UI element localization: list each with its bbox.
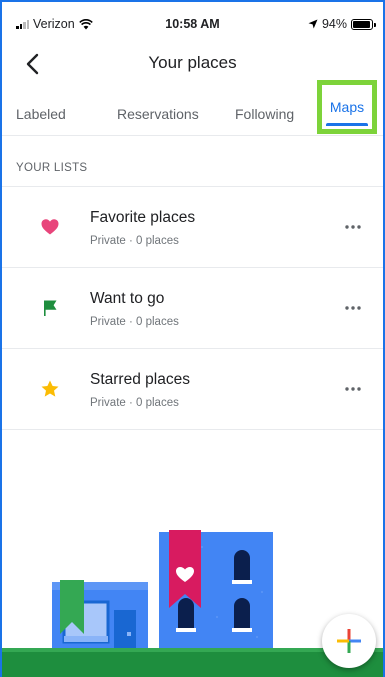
page-title: Your places — [148, 53, 237, 72]
list-item-starred-places[interactable]: Starred places Private · 0 places — [2, 349, 383, 429]
section-label: YOUR LISTS — [16, 162, 88, 174]
plus-icon — [337, 629, 361, 653]
tab-labeled[interactable]: Labeled — [16, 84, 66, 136]
list-name: Favorite places — [90, 209, 196, 226]
flag-icon — [44, 300, 57, 316]
battery-icon — [351, 18, 376, 30]
star-icon — [41, 380, 59, 397]
list-meta: Private · 0 places — [90, 235, 179, 247]
list-meta: Private · 0 places — [90, 397, 179, 409]
list-name: Want to go — [90, 290, 165, 307]
more-options-icon[interactable] — [343, 217, 363, 237]
battery-fill — [353, 20, 370, 28]
battery-group: 94% — [308, 17, 376, 31]
tab-following[interactable]: Following — [235, 84, 294, 136]
location-arrow-icon — [308, 19, 318, 29]
tab-bar: Labeled Reservations Following Maps — [2, 80, 383, 136]
app-header: Your places — [2, 46, 383, 82]
more-options-icon[interactable] — [343, 298, 363, 318]
heart-icon — [41, 219, 59, 235]
list-item-favorite-places[interactable]: Favorite places Private · 0 places — [2, 187, 383, 267]
tab-maps[interactable]: Maps — [317, 80, 377, 134]
status-bar: Verizon 10:58 AM 94% — [2, 2, 383, 46]
list-name: Starred places — [90, 371, 190, 388]
list-meta: Private · 0 places — [90, 316, 179, 328]
battery-percent: 94% — [321, 17, 347, 31]
more-options-icon[interactable] — [343, 379, 363, 399]
list-item-want-to-go[interactable]: Want to go Private · 0 places — [2, 268, 383, 348]
add-list-button[interactable] — [322, 614, 376, 668]
divider — [2, 429, 383, 430]
tab-reservations[interactable]: Reservations — [117, 84, 199, 136]
app-frame: Verizon 10:58 AM 94% Your places Labeled — [0, 0, 385, 677]
